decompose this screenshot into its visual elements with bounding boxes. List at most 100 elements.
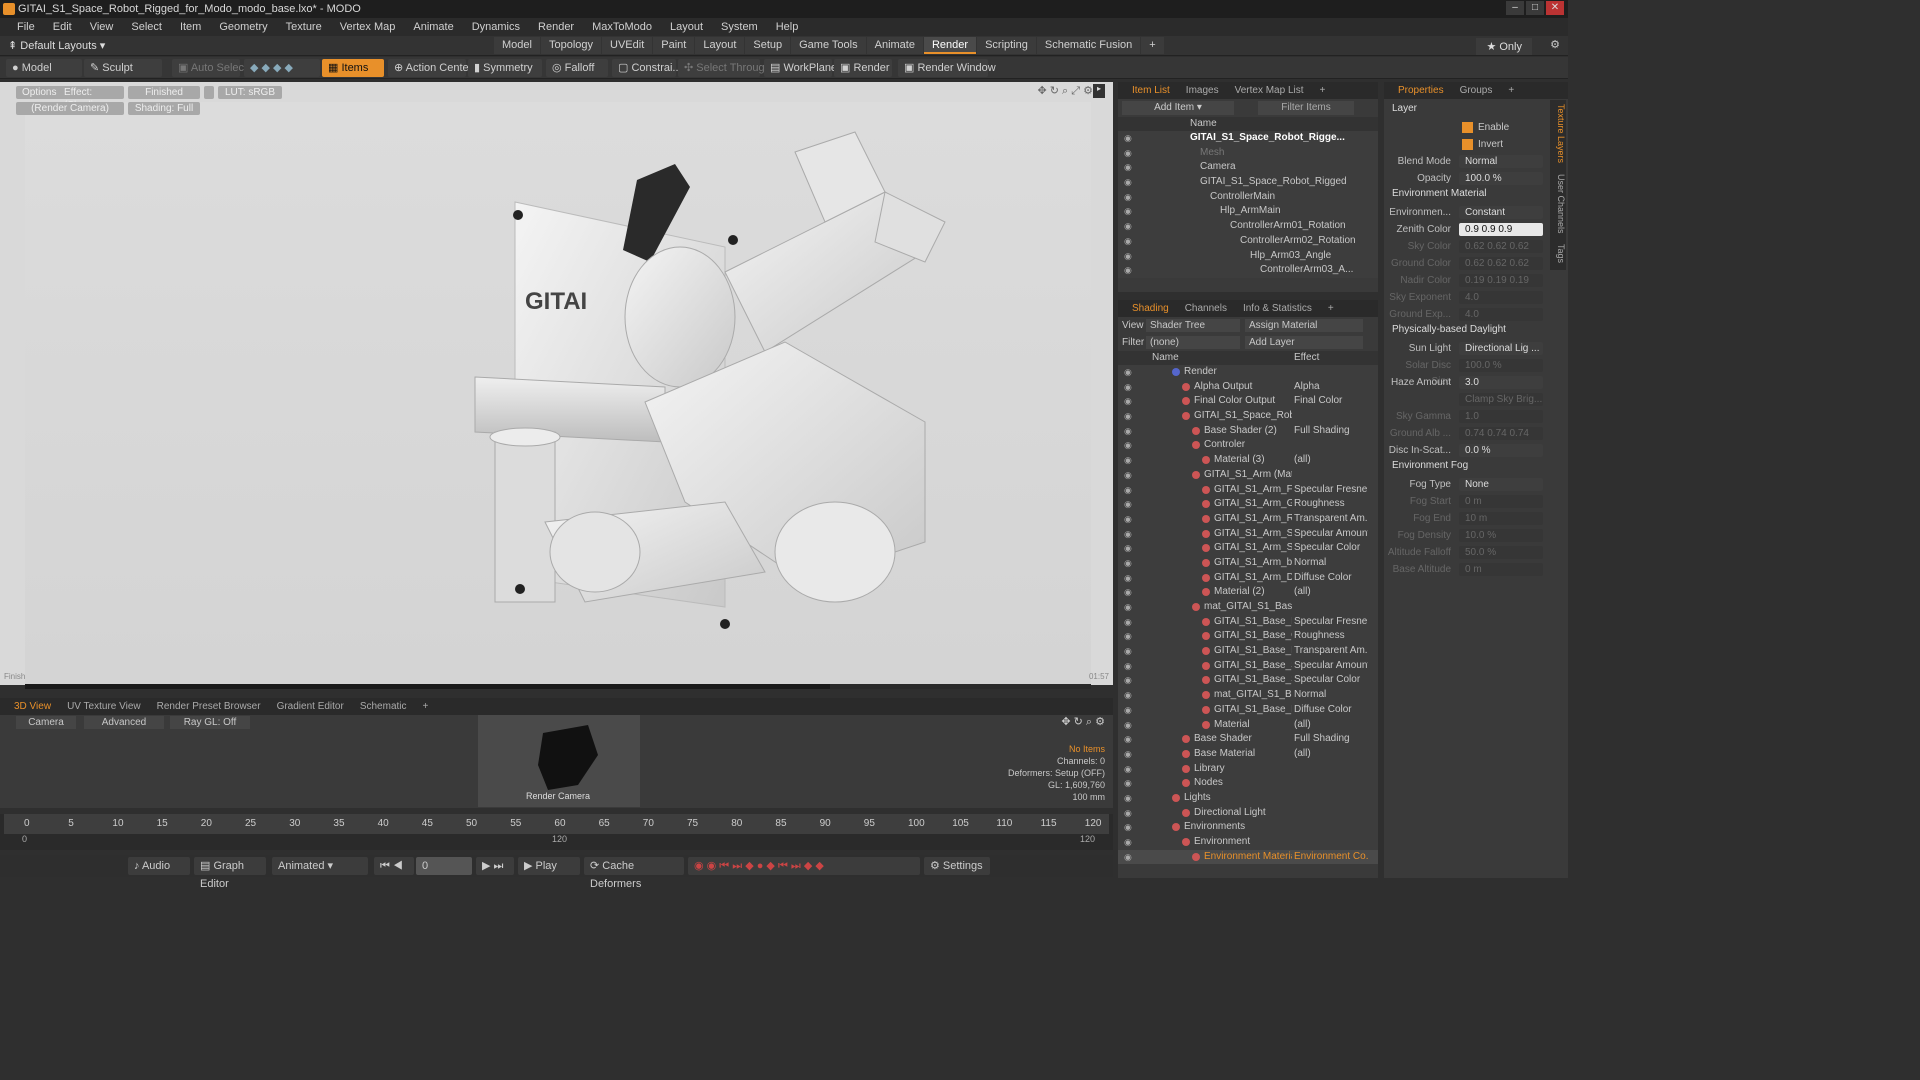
visibility-eye-icon[interactable]: ◉ xyxy=(1124,146,1132,161)
layout-tab-setup[interactable]: Setup xyxy=(745,37,791,54)
shader-tree-row[interactable]: ◉ Base Material (all) xyxy=(1118,747,1378,762)
visibility-eye-icon[interactable]: ◉ xyxy=(1124,673,1132,688)
tab-info-statistics[interactable]: Info & Statistics xyxy=(1235,303,1320,314)
tab-shading[interactable]: Shading xyxy=(1124,303,1177,314)
play-button[interactable]: ▶ Play xyxy=(518,857,580,875)
tab-render-preset-browser[interactable]: Render Preset Browser xyxy=(149,701,269,712)
item-list-row[interactable]: ◉ GITAI_S1_Space_Robot_Rigge... xyxy=(1118,131,1378,146)
visibility-eye-icon[interactable]: ◉ xyxy=(1124,585,1132,600)
layout-tab-schematic-fusion[interactable]: Schematic Fusion xyxy=(1036,37,1141,54)
visibility-eye-icon[interactable]: ◉ xyxy=(1124,190,1132,205)
shader-layer-effect[interactable]: Diffuse Color xyxy=(1294,571,1368,586)
shader-tree-row[interactable]: ◉ Render xyxy=(1118,365,1378,380)
tab-properties[interactable]: Properties xyxy=(1390,85,1452,96)
visibility-eye-icon[interactable]: ◉ xyxy=(1124,850,1132,865)
shader-tree-row[interactable]: ◉ Base Shader Full Shading xyxy=(1118,732,1378,747)
property-row[interactable]: Sky Gamma 1.0 xyxy=(1384,409,1564,425)
cache-deformers-button[interactable]: ⟳ Cache Deformers xyxy=(584,857,684,890)
visibility-eye-icon[interactable]: ◉ xyxy=(1124,776,1132,791)
shader-tree-row[interactable]: ◉ Alpha Output Alpha xyxy=(1118,380,1378,395)
properties-section-header[interactable]: Layer xyxy=(1392,103,1417,114)
camera-preview[interactable]: Render Camera xyxy=(478,715,640,807)
properties-section-header[interactable]: Physically-based Daylight xyxy=(1392,324,1506,335)
visibility-eye-icon[interactable]: ◉ xyxy=(1124,571,1132,586)
menu-item[interactable]: Item xyxy=(171,21,210,33)
menu-view[interactable]: View xyxy=(81,21,123,33)
viewport-nav-icons[interactable]: ✥ ↻ ⌕ ⤢ ⚙ xyxy=(1038,84,1093,98)
model-mode-button[interactable]: ● Model xyxy=(6,59,82,77)
render-button[interactable]: ▣ Render xyxy=(834,59,892,77)
shader-tree-row[interactable]: ◉ Nodes xyxy=(1118,776,1378,791)
side-tab-tags[interactable]: Tags xyxy=(1556,244,1566,263)
skip-back-buttons[interactable]: ⏮ ◀ xyxy=(374,857,414,875)
menu-layout[interactable]: Layout xyxy=(661,21,712,33)
visibility-eye-icon[interactable]: ◉ xyxy=(1124,659,1132,674)
menu-vertex-map[interactable]: Vertex Map xyxy=(331,21,405,33)
shader-tree-row[interactable]: ◉ mat_GITAI_S1_Bas...Normal xyxy=(1118,688,1378,703)
tab-uv-texture-view[interactable]: UV Texture View xyxy=(59,701,149,712)
property-row[interactable]: Opacity 100.0 % xyxy=(1384,171,1564,187)
item-list-row[interactable]: ◉ Camera xyxy=(1118,160,1378,175)
property-row[interactable]: Nadir Color 0.19 0.19 0.19 xyxy=(1384,273,1564,289)
checkbox-row[interactable]: Invert xyxy=(1384,137,1564,153)
property-value[interactable]: Constant xyxy=(1459,206,1543,219)
close-button[interactable]: ✕ xyxy=(1546,1,1564,15)
shader-tree-row[interactable]: ◉ mat_GITAI_S1_Base (... xyxy=(1118,600,1378,615)
tab-vertex-map-list[interactable]: Vertex Map List xyxy=(1227,85,1312,96)
shader-tree-row[interactable]: ◉ Final Color Output Final Color xyxy=(1118,394,1378,409)
shader-layer-effect[interactable]: Specular Amount xyxy=(1294,527,1368,542)
visibility-eye-icon[interactable]: ◉ xyxy=(1124,380,1132,395)
falloff-button[interactable]: ◎ Falloff xyxy=(546,59,608,77)
shader-tree-row[interactable]: ◉ Lights xyxy=(1118,791,1378,806)
property-row[interactable]: Fog Start 0 m xyxy=(1384,494,1564,510)
property-value[interactable]: 0 m xyxy=(1459,563,1543,576)
property-value[interactable]: Directional Lig ... xyxy=(1459,342,1543,355)
visibility-eye-icon[interactable]: ◉ xyxy=(1124,263,1132,278)
shader-tree-row[interactable]: ◉ Directional Light xyxy=(1118,806,1378,821)
shader-tree-row[interactable]: ◉ GITAI_S1_Arm_Glo...Roughness xyxy=(1118,497,1378,512)
shader-tree-row[interactable]: ◉ GITAI_S1_Arm_Sp ...Specular Color xyxy=(1118,541,1378,556)
visibility-eye-icon[interactable]: ◉ xyxy=(1124,527,1132,542)
tab--[interactable]: + xyxy=(415,701,437,712)
shader-layer-effect[interactable]: Diffuse Color xyxy=(1294,703,1368,718)
menu-geometry[interactable]: Geometry xyxy=(210,21,276,33)
shader-tree-row[interactable]: ◉ Material (3) (all) xyxy=(1118,453,1378,468)
visibility-eye-icon[interactable]: ◉ xyxy=(1124,718,1132,733)
property-value[interactable]: 0.62 0.62 0.62 xyxy=(1459,240,1543,253)
scrollbar-thumb[interactable] xyxy=(25,684,830,689)
shader-layer-effect[interactable]: Final Color xyxy=(1294,394,1368,409)
visibility-eye-icon[interactable]: ◉ xyxy=(1124,219,1132,234)
filter-items-input[interactable]: Filter Items xyxy=(1258,101,1354,115)
shader-tree-row[interactable]: ◉ Library xyxy=(1118,762,1378,777)
property-value[interactable]: Clamp Sky Brig... xyxy=(1459,393,1543,406)
lower-view-nav-icons[interactable]: ✥ ↻ ⌕ ⚙ xyxy=(1061,715,1105,729)
property-row[interactable]: Fog End 10 m xyxy=(1384,511,1564,527)
property-row[interactable]: Sun Light Directional Lig ... xyxy=(1384,341,1564,357)
item-list-row[interactable]: ◉ Mesh xyxy=(1118,146,1378,161)
property-value[interactable]: None xyxy=(1459,478,1543,491)
shader-layer-effect[interactable]: Normal xyxy=(1294,688,1368,703)
property-value[interactable]: 0.0 % xyxy=(1459,444,1543,457)
shader-tree-row[interactable]: ◉ GITAI_S1_Base_Gl ...Roughness xyxy=(1118,629,1378,644)
add-layer-dropdown[interactable]: Add Layer xyxy=(1245,336,1363,349)
layout-tab-topology[interactable]: Topology xyxy=(540,37,602,54)
visibility-eye-icon[interactable]: ◉ xyxy=(1124,541,1132,556)
tab-item-list[interactable]: Item List xyxy=(1124,85,1178,96)
shader-layer-effect[interactable]: Specular Color xyxy=(1294,541,1368,556)
visibility-eye-icon[interactable]: ◉ xyxy=(1124,791,1132,806)
property-row[interactable]: Ground Exp... 4.0 xyxy=(1384,307,1564,323)
menu-dynamics[interactable]: Dynamics xyxy=(463,21,529,33)
shader-layer-effect[interactable]: Specular Amount xyxy=(1294,659,1368,674)
frame-input[interactable]: 0 xyxy=(416,857,472,875)
tab-channels[interactable]: Channels xyxy=(1177,303,1235,314)
property-value[interactable]: 10 m xyxy=(1459,512,1543,525)
item-list-row[interactable]: ◉ Hlp_ArmMain xyxy=(1118,204,1378,219)
layout-tab-model[interactable]: Model xyxy=(494,37,540,54)
side-tab-user-channels[interactable]: User Channels xyxy=(1556,174,1566,234)
shader-layer-effect[interactable]: Specular Fresnel xyxy=(1294,615,1368,630)
property-row[interactable]: Haze Amount 3.0 xyxy=(1384,375,1564,391)
shader-layer-effect[interactable]: Full Shading xyxy=(1294,424,1368,439)
property-value[interactable]: 3.0 xyxy=(1459,376,1543,389)
tab-gradient-editor[interactable]: Gradient Editor xyxy=(269,701,352,712)
shader-layer-effect[interactable]: Normal xyxy=(1294,556,1368,571)
